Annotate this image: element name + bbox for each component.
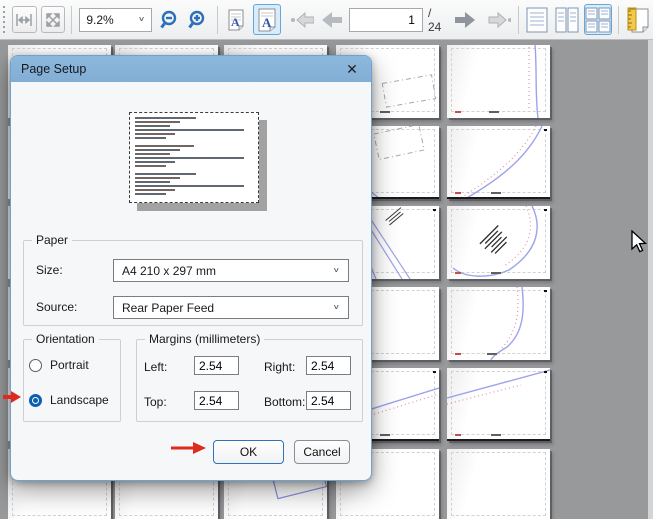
page-preview <box>129 112 259 203</box>
landscape-radio[interactable] <box>29 394 42 407</box>
page-thumbnail <box>447 45 550 118</box>
margin-right-input[interactable] <box>306 356 351 375</box>
svg-text:A: A <box>231 15 240 29</box>
single-page-icon <box>526 7 548 33</box>
cancel-button-label: Cancel <box>303 445 340 459</box>
page-thumbnail <box>447 368 550 441</box>
previous-view-icon <box>290 10 314 30</box>
page-count-label: / 24 <box>428 6 447 34</box>
dialog-titlebar[interactable]: Page Setup ✕ <box>11 56 371 82</box>
two-page-layout-button[interactable] <box>554 6 580 33</box>
page-thumbnail <box>447 449 550 519</box>
paper-legend: Paper <box>32 233 72 247</box>
portrait-label: Portrait <box>50 358 89 372</box>
toolbar-separator <box>71 6 72 34</box>
margins-legend: Margins (millimeters) <box>145 332 264 346</box>
dialog-title: Page Setup <box>21 62 86 76</box>
portrait-option[interactable]: Portrait <box>29 358 89 372</box>
text-page-icon: A <box>227 9 245 31</box>
zoom-in-button[interactable] <box>186 6 211 33</box>
toolbar: 9.2% ∨ A A <box>0 0 653 40</box>
margin-bottom-input[interactable] <box>306 391 351 410</box>
text-page-icon: A <box>257 8 277 32</box>
fit-page-button[interactable] <box>41 6 66 33</box>
ruler-icon <box>626 7 650 33</box>
margin-top-input[interactable] <box>194 391 239 410</box>
annotation-arrow-ok <box>171 442 207 457</box>
cancel-button[interactable]: Cancel <box>294 440 350 464</box>
margin-left-label: Left: <box>144 360 167 374</box>
toolbar-separator <box>618 6 619 34</box>
zoom-level-combobox[interactable]: 9.2% ∨ <box>79 8 152 32</box>
orientation-groupbox: Orientation <box>23 339 121 422</box>
zoom-in-icon <box>188 10 208 30</box>
measure-button[interactable] <box>625 6 651 33</box>
source-value: Rear Paper Feed <box>122 301 333 315</box>
page-thumbnail <box>447 287 550 360</box>
landscape-label: Landscape <box>50 393 109 407</box>
margin-top-label: Top: <box>144 395 167 409</box>
svg-text:A: A <box>262 15 272 30</box>
chevron-down-icon: ∨ <box>333 304 340 312</box>
fit-width-button[interactable] <box>12 6 37 33</box>
page-number-input[interactable] <box>349 8 423 32</box>
scrollbar-track[interactable] <box>648 40 653 519</box>
source-combobox[interactable]: Rear Paper Feed ∨ <box>113 296 349 319</box>
landscape-option[interactable]: Landscape <box>29 393 109 407</box>
mouse-cursor-icon <box>630 230 648 257</box>
orientation-legend: Orientation <box>32 332 99 346</box>
tile-pages-icon <box>585 7 611 33</box>
text-select-button[interactable]: A <box>224 6 249 33</box>
ok-button-label: OK <box>240 445 257 459</box>
next-view-icon <box>487 10 511 30</box>
arrow-right-icon <box>454 11 476 29</box>
next-view-button[interactable] <box>486 6 512 33</box>
size-value: A4 210 x 297 mm <box>122 264 333 278</box>
zoom-out-icon <box>160 10 180 30</box>
close-button[interactable]: ✕ <box>343 60 361 78</box>
close-icon: ✕ <box>346 62 358 76</box>
fit-page-icon <box>45 12 61 28</box>
portrait-radio[interactable] <box>29 359 42 372</box>
text-view-button[interactable]: A <box>253 4 282 35</box>
fit-width-icon <box>15 12 33 28</box>
toolbar-grip[interactable] <box>2 6 6 34</box>
chevron-down-icon: ∨ <box>333 267 340 275</box>
page-thumbnail <box>447 126 550 199</box>
annotation-arrow-landscape <box>3 391 21 406</box>
toolbar-separator <box>518 6 519 34</box>
chevron-down-icon: ∨ <box>138 16 145 24</box>
margin-right-label: Right: <box>264 360 295 374</box>
size-label: Size: <box>36 263 63 277</box>
single-page-layout-button[interactable] <box>525 6 550 33</box>
arrow-left-icon <box>321 11 343 29</box>
zoom-level-value: 9.2% <box>86 13 138 27</box>
source-label: Source: <box>36 300 77 314</box>
size-combobox[interactable]: A4 210 x 297 mm ∨ <box>113 259 349 282</box>
toolbar-separator <box>217 6 218 34</box>
next-page-button[interactable] <box>453 6 478 33</box>
margin-left-input[interactable] <box>194 356 239 375</box>
ok-button[interactable]: OK <box>213 440 284 464</box>
page-thumbnail <box>447 206 550 279</box>
tile-layout-button[interactable] <box>584 4 613 35</box>
previous-view-button[interactable] <box>289 6 315 33</box>
zoom-out-button[interactable] <box>157 6 182 33</box>
margin-bottom-label: Bottom: <box>264 395 305 409</box>
app-window: { "toolbar": { "zoom_value": "9.2%", "pa… <box>0 0 653 519</box>
two-page-icon <box>555 7 579 33</box>
page-setup-dialog: Page Setup ✕ Paper Size: A4 210 x 297 mm… <box>10 55 372 481</box>
previous-page-button[interactable] <box>319 6 344 33</box>
